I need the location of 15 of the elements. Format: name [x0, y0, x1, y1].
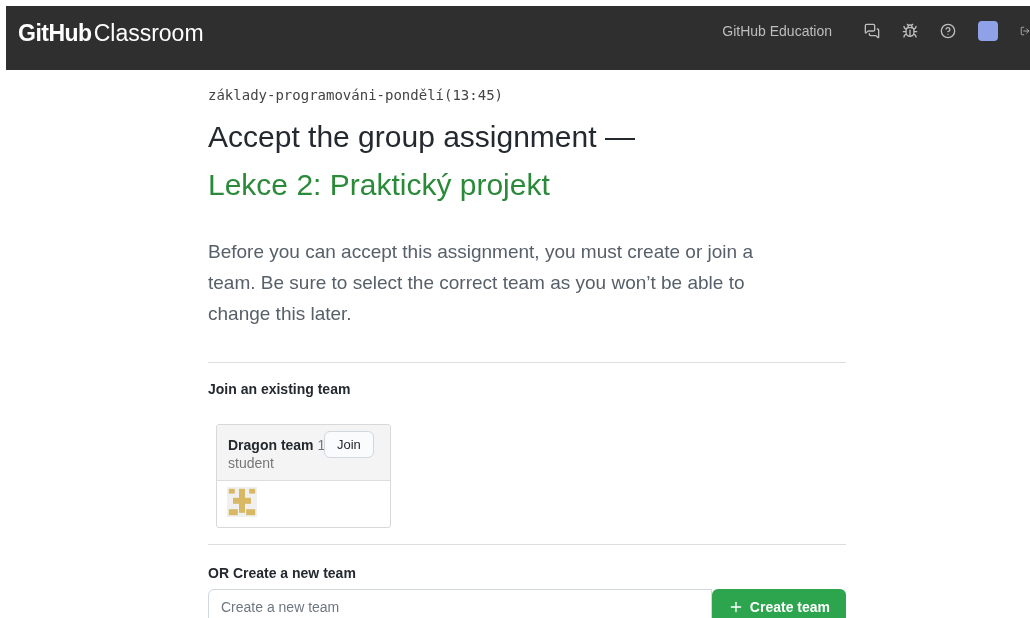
education-link[interactable]: GitHub Education [722, 23, 832, 39]
join-button[interactable]: Join [324, 431, 374, 458]
intro-text: Before you can accept this assignment, you must create or join a team. Be sure to select the correct team as you won’t be able to change this later. [208, 240, 754, 326]
team-name-field[interactable]: Create a new team [208, 589, 712, 618]
section-heading: OR Create a new team [208, 565, 357, 581]
assignment-title: Lekce 2: Praktický projekt [208, 168, 551, 202]
section-heading: Join an existing team [208, 381, 352, 397]
page-title: Accept the group assignment — [208, 120, 636, 154]
feedback-icon[interactable] [864, 23, 880, 39]
logo[interactable]: GitHubClassroom [18, 20, 204, 47]
help-icon[interactable] [940, 23, 956, 39]
user-avatar[interactable] [978, 21, 998, 41]
bug-icon[interactable] [902, 23, 918, 39]
team-avatar-icon [227, 487, 257, 517]
classroom-name: základy-programováni-pondělí(13:45) [208, 87, 504, 103]
